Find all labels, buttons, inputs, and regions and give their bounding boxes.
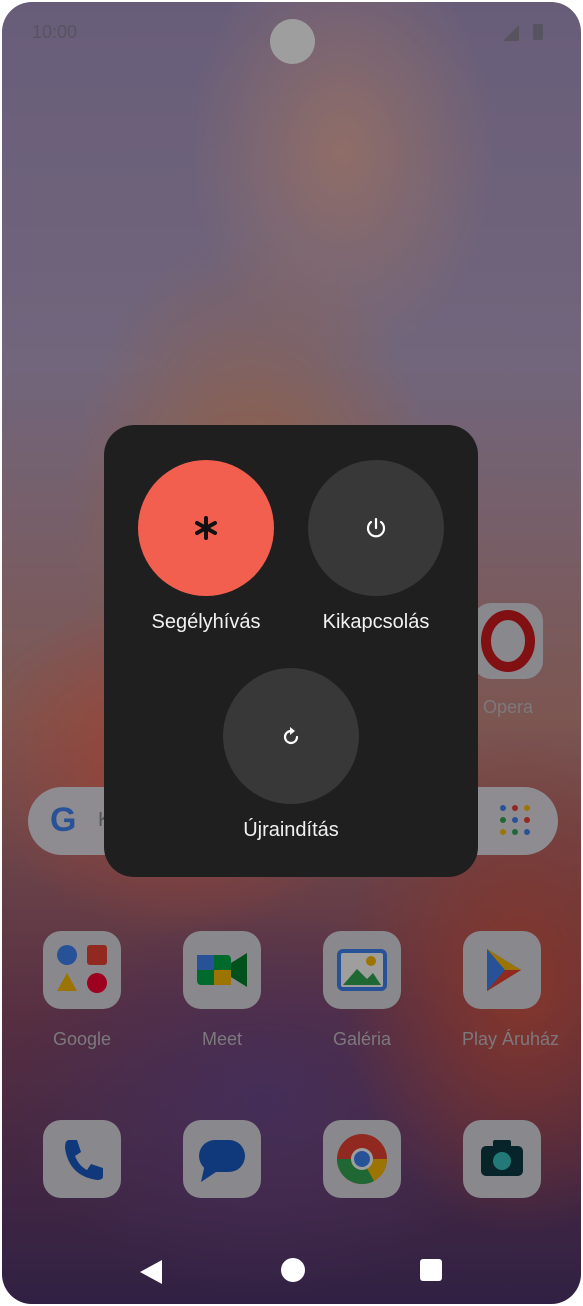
emergency-call-button[interactable] [138, 460, 274, 596]
recents-icon[interactable] [420, 1259, 442, 1281]
power-icon [366, 517, 386, 538]
back-icon[interactable] [140, 1260, 162, 1284]
restart-icon [283, 727, 299, 745]
navigation-bar [2, 1256, 581, 1286]
home-icon[interactable] [281, 1258, 305, 1282]
power-off-label: Kikapcsolás [322, 611, 430, 633]
restart-button[interactable] [223, 668, 359, 804]
restart-label: Újraindítás [243, 819, 339, 841]
emergency-asterisk-icon [195, 516, 217, 540]
power-off-button[interactable] [308, 460, 444, 596]
power-menu: Segélyhívás Kikapcsolás Újraindítás [104, 425, 478, 877]
